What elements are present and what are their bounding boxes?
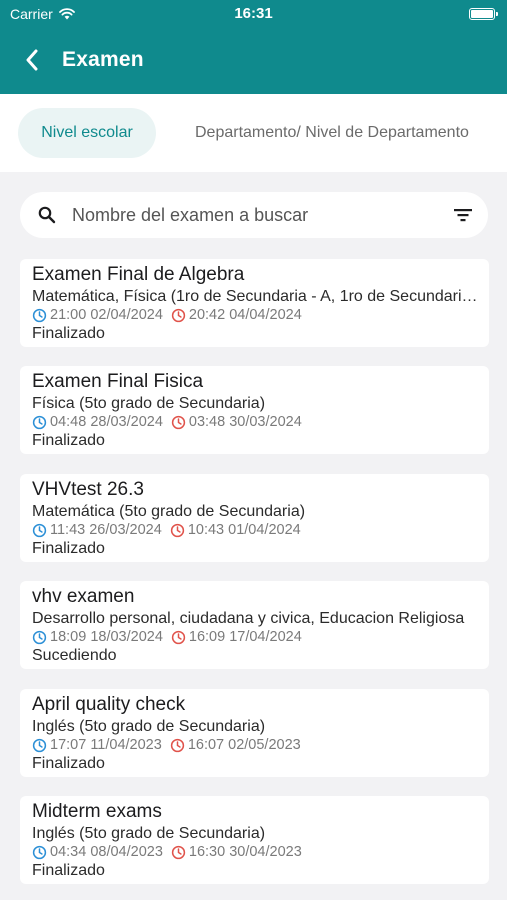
exam-dates: 04:48 28/03/2024 03:48 30/03/2024 [32, 414, 302, 430]
exam-status: Finalizado [32, 862, 105, 879]
clock-start-icon [32, 415, 47, 429]
exam-end: 16:07 02/05/2023 [187, 737, 301, 753]
battery-icon [469, 8, 498, 20]
exam-dates: 17:07 11/04/2023 16:07 02/05/2023 [32, 737, 301, 753]
exam-end: 16:09 17/04/2024 [188, 629, 302, 645]
clock-end-icon [170, 523, 184, 537]
exam-card[interactable]: April quality check Inglés (5to grado de… [20, 689, 489, 777]
search-bar [20, 192, 488, 238]
exam-status: Finalizado [32, 325, 105, 342]
exam-card[interactable]: VHVtest 26.3 Matemática (5to grado de Se… [20, 474, 489, 562]
exam-subject: Inglés (5to grado de Secundaria) [32, 825, 266, 842]
exam-card[interactable]: Examen Final de Algebra Matemática, Físi… [20, 259, 489, 347]
page-title: Examen [62, 48, 144, 71]
exam-dates: 04:34 08/04/2023 16:30 30/04/2023 [32, 844, 302, 860]
exam-title: April quality check [32, 694, 186, 715]
clock-end-icon [171, 308, 186, 322]
exam-end: 20:42 04/04/2024 [188, 307, 302, 323]
exam-subject: Física (5to grado de Secundaria) [32, 395, 266, 412]
tab-departamento[interactable]: Departamento/ Nivel de Departamento [195, 108, 469, 158]
exam-end: 16:30 30/04/2023 [188, 844, 302, 860]
exam-status: Finalizado [32, 432, 105, 449]
clock-start-icon [32, 630, 47, 644]
exam-start: 18:09 18/03/2024 [50, 629, 163, 645]
clock-end-icon [170, 738, 184, 752]
chevron-left-icon [26, 49, 38, 71]
exam-start: 21:00 02/04/2024 [50, 307, 163, 323]
exam-subject: Matemática, Física (1ro de Secundaria - … [32, 288, 480, 305]
exam-end: 03:48 30/03/2024 [188, 414, 302, 430]
clock-end-icon [171, 845, 186, 859]
exam-title: Examen Final Fisica [32, 371, 204, 392]
clock: 16:31 [234, 5, 273, 22]
clock-start-icon [32, 308, 47, 322]
exam-end: 10:43 01/04/2024 [187, 522, 301, 538]
clock-start-icon [32, 738, 47, 752]
exam-title: Midterm exams [32, 801, 162, 822]
filter-icon[interactable] [452, 205, 474, 225]
status-bar: Carrier 16:31 [0, 0, 507, 30]
search-input[interactable] [72, 200, 442, 230]
exam-card[interactable]: vhv examen Desarrollo personal, ciudadan… [20, 581, 489, 669]
exam-title: vhv examen [32, 586, 135, 607]
exam-title: VHVtest 26.3 [32, 479, 144, 500]
exam-dates: 21:00 02/04/2024 20:42 04/04/2024 [32, 307, 302, 323]
exam-start: 17:07 11/04/2023 [50, 737, 162, 753]
back-button[interactable] [16, 44, 48, 76]
app-bar: Examen [0, 30, 507, 94]
exam-title: Examen Final de Algebra [32, 264, 245, 285]
tab-nivel-escolar[interactable]: Nivel escolar [18, 108, 156, 158]
exam-card[interactable]: Midterm exams Inglés (5to grado de Secun… [20, 796, 489, 884]
exam-subject: Desarrollo personal, ciudadana y civica,… [32, 610, 465, 627]
exam-subject: Inglés (5to grado de Secundaria) [32, 718, 266, 735]
exam-subject: Matemática (5to grado de Secundaria) [32, 503, 306, 520]
tab-bar: Nivel escolar Departamento/ Nivel de Dep… [0, 94, 507, 172]
exam-status: Sucediendo [32, 647, 117, 664]
exam-card[interactable]: Examen Final Fisica Física (5to grado de… [20, 366, 489, 454]
clock-start-icon [32, 845, 47, 859]
exam-dates: 18:09 18/03/2024 16:09 17/04/2024 [32, 629, 302, 645]
exam-start: 11:43 26/03/2024 [50, 522, 162, 538]
exam-dates: 11:43 26/03/2024 10:43 01/04/2024 [32, 522, 301, 538]
exam-start: 04:48 28/03/2024 [50, 414, 163, 430]
clock-end-icon [171, 415, 186, 429]
exam-status: Finalizado [32, 755, 105, 772]
exam-status: Finalizado [32, 540, 105, 557]
search-icon [38, 206, 56, 224]
exam-start: 04:34 08/04/2023 [50, 844, 163, 860]
clock-end-icon [171, 630, 186, 644]
clock-start-icon [32, 523, 47, 537]
